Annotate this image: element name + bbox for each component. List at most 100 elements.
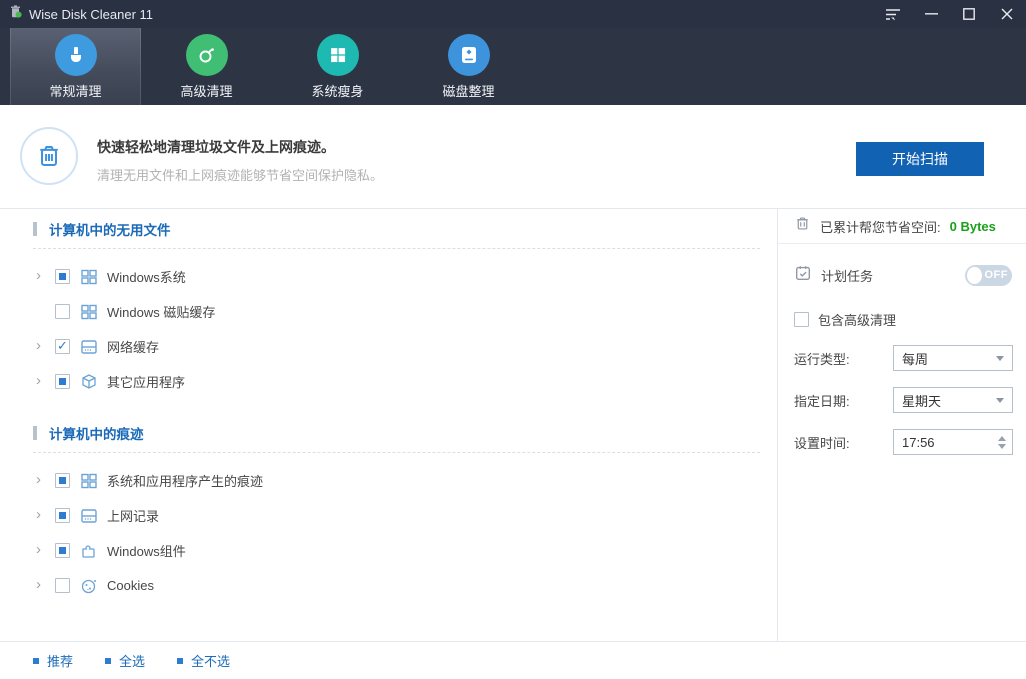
checkbox[interactable] <box>794 312 809 327</box>
bullet-icon <box>177 657 184 664</box>
windows-tiles-icon <box>79 267 98 286</box>
tree-row-web-cache[interactable]: › 网络缓存 <box>0 329 761 364</box>
toggle-knob <box>967 266 982 284</box>
windows-tiles-icon <box>79 302 98 321</box>
row-label: Windows组件 <box>107 544 186 559</box>
chevron-right-icon[interactable]: › <box>36 338 46 353</box>
day-value: 星期天 <box>902 393 942 409</box>
window-title: Wise Disk Cleaner 11 <box>29 6 154 22</box>
bullet-icon <box>105 657 112 664</box>
puzzle-icon <box>79 541 98 560</box>
windows-logo-icon <box>316 33 359 76</box>
maximize-icon[interactable] <box>950 0 988 28</box>
calendar-check-icon <box>794 264 812 287</box>
cleanup-tree: 计算机中的无用文件 › Windows系统 › Win <box>0 209 777 641</box>
row-label: 系统和应用程序产生的痕迹 <box>107 474 264 489</box>
time-spinner[interactable]: 17:56 <box>893 429 1013 455</box>
header-subtitle: 清理无用文件和上网痕迹能够节省空间保护隐私。 <box>97 168 384 183</box>
run-type-row: 运行类型: 每周 <box>778 345 1026 371</box>
run-type-label: 运行类型: <box>794 351 850 367</box>
trash-circle-icon <box>20 127 78 185</box>
section-title: 计算机中的痕迹 <box>49 426 144 442</box>
tree-row-other-apps[interactable]: › 其它应用程序 <box>0 364 761 399</box>
include-advanced-row[interactable]: 包含高级清理 <box>778 310 1026 329</box>
time-row: 设置时间: 17:56 <box>778 429 1026 455</box>
chevron-right-icon[interactable]: › <box>36 542 46 557</box>
row-label: Windows 磁贴缓存 <box>107 305 216 320</box>
chevron-down-icon <box>996 355 1004 361</box>
section-header: 计算机中的痕迹 <box>33 413 760 453</box>
trash-icon <box>794 215 811 237</box>
tree-row-system-traces[interactable]: › 系统和应用程序产生的痕迹 <box>0 463 761 498</box>
link-label: 推荐 <box>47 654 74 669</box>
run-type-value: 每周 <box>902 351 929 367</box>
disk-icon <box>447 33 490 76</box>
browser-window-icon <box>79 506 98 525</box>
spin-up-icon[interactable] <box>998 435 1006 441</box>
day-select[interactable]: 星期天 <box>893 387 1013 413</box>
chevron-right-icon[interactable]: › <box>36 268 46 283</box>
cookie-icon <box>79 576 98 595</box>
tree-row-browsing-history[interactable]: › 上网记录 <box>0 498 761 533</box>
checkbox[interactable] <box>55 508 70 523</box>
toggle-state-text: OFF <box>984 269 1008 281</box>
menu-icon[interactable] <box>874 0 912 28</box>
tab-common-clean[interactable]: 常规清理 <box>10 28 141 105</box>
chevron-right-icon[interactable]: › <box>36 507 46 522</box>
tab-system-slim[interactable]: 系统瘦身 <box>272 28 403 105</box>
trash-app-icon <box>8 4 23 24</box>
section-traces: 计算机中的痕迹 › 系统和应用程序产生的痕迹 › 上网记录 › Windows组… <box>0 413 761 603</box>
saved-space-value: 0 Bytes <box>949 218 996 234</box>
include-advanced-label: 包含高级清理 <box>818 313 897 328</box>
checkbox[interactable] <box>55 543 70 558</box>
close-icon[interactable] <box>988 0 1026 28</box>
schedule-toggle[interactable]: OFF <box>965 264 1012 286</box>
chevron-right-icon[interactable]: › <box>36 577 46 592</box>
checkbox[interactable] <box>55 304 70 319</box>
select-all-link[interactable]: 全选 <box>105 651 145 670</box>
tree-row-cookies[interactable]: › Cookies <box>0 568 761 603</box>
spin-down-icon[interactable] <box>998 443 1006 449</box>
checkbox[interactable] <box>55 374 70 389</box>
schedule-label: 计划任务 <box>821 268 874 284</box>
link-label: 全选 <box>119 654 146 669</box>
row-label: Windows系统 <box>107 270 186 285</box>
chevron-right-icon[interactable]: › <box>36 472 46 487</box>
section-header: 计算机中的无用文件 <box>33 209 760 249</box>
cube-icon <box>79 372 98 391</box>
main-nav: 常规清理 高级清理 系统瘦身 磁盘整理 <box>0 28 1026 105</box>
tab-label: 系统瘦身 <box>311 83 364 99</box>
checkbox[interactable] <box>55 338 70 354</box>
chevron-right-icon[interactable]: › <box>36 373 46 388</box>
section-bar <box>33 221 37 236</box>
checkbox[interactable] <box>55 578 70 593</box>
saved-space-row: 已累计帮您节省空间: 0 Bytes <box>778 209 1026 244</box>
select-none-link[interactable]: 全不选 <box>177 651 230 670</box>
tab-advanced-clean[interactable]: 高级清理 <box>141 28 272 105</box>
tree-row-tile-cache[interactable]: › Windows 磁贴缓存 <box>0 294 761 329</box>
window-controls <box>874 0 1026 28</box>
row-label: Cookies <box>107 578 154 593</box>
saved-space-label: 已累计帮您节省空间: <box>820 219 941 235</box>
checkbox[interactable] <box>55 269 70 284</box>
link-label: 全不选 <box>191 654 231 669</box>
recommend-link[interactable]: 推荐 <box>33 651 73 670</box>
footer: 推荐 全选 全不选 <box>0 641 1026 679</box>
tab-label: 常规清理 <box>49 83 102 99</box>
section-title: 计算机中的无用文件 <box>49 222 171 238</box>
run-type-select[interactable]: 每周 <box>893 345 1013 371</box>
broom-icon <box>54 33 97 76</box>
header: 快速轻松地清理垃圾文件及上网痕迹。 清理无用文件和上网痕迹能够节省空间保护隐私。… <box>0 105 1026 209</box>
tree-row-windows-system[interactable]: › Windows系统 <box>0 259 761 294</box>
start-scan-button[interactable]: 开始扫描 <box>856 142 984 176</box>
browser-window-icon <box>79 337 98 356</box>
day-row: 指定日期: 星期天 <box>778 387 1026 413</box>
row-label: 其它应用程序 <box>107 375 186 390</box>
spinner-arrows[interactable] <box>998 435 1006 449</box>
tab-disk-defrag[interactable]: 磁盘整理 <box>403 28 534 105</box>
minimize-icon[interactable] <box>912 0 950 28</box>
deep-scan-icon <box>185 33 228 76</box>
tree-row-windows-components[interactable]: › Windows组件 <box>0 533 761 568</box>
chevron-down-icon <box>996 397 1004 403</box>
checkbox[interactable] <box>55 473 70 488</box>
